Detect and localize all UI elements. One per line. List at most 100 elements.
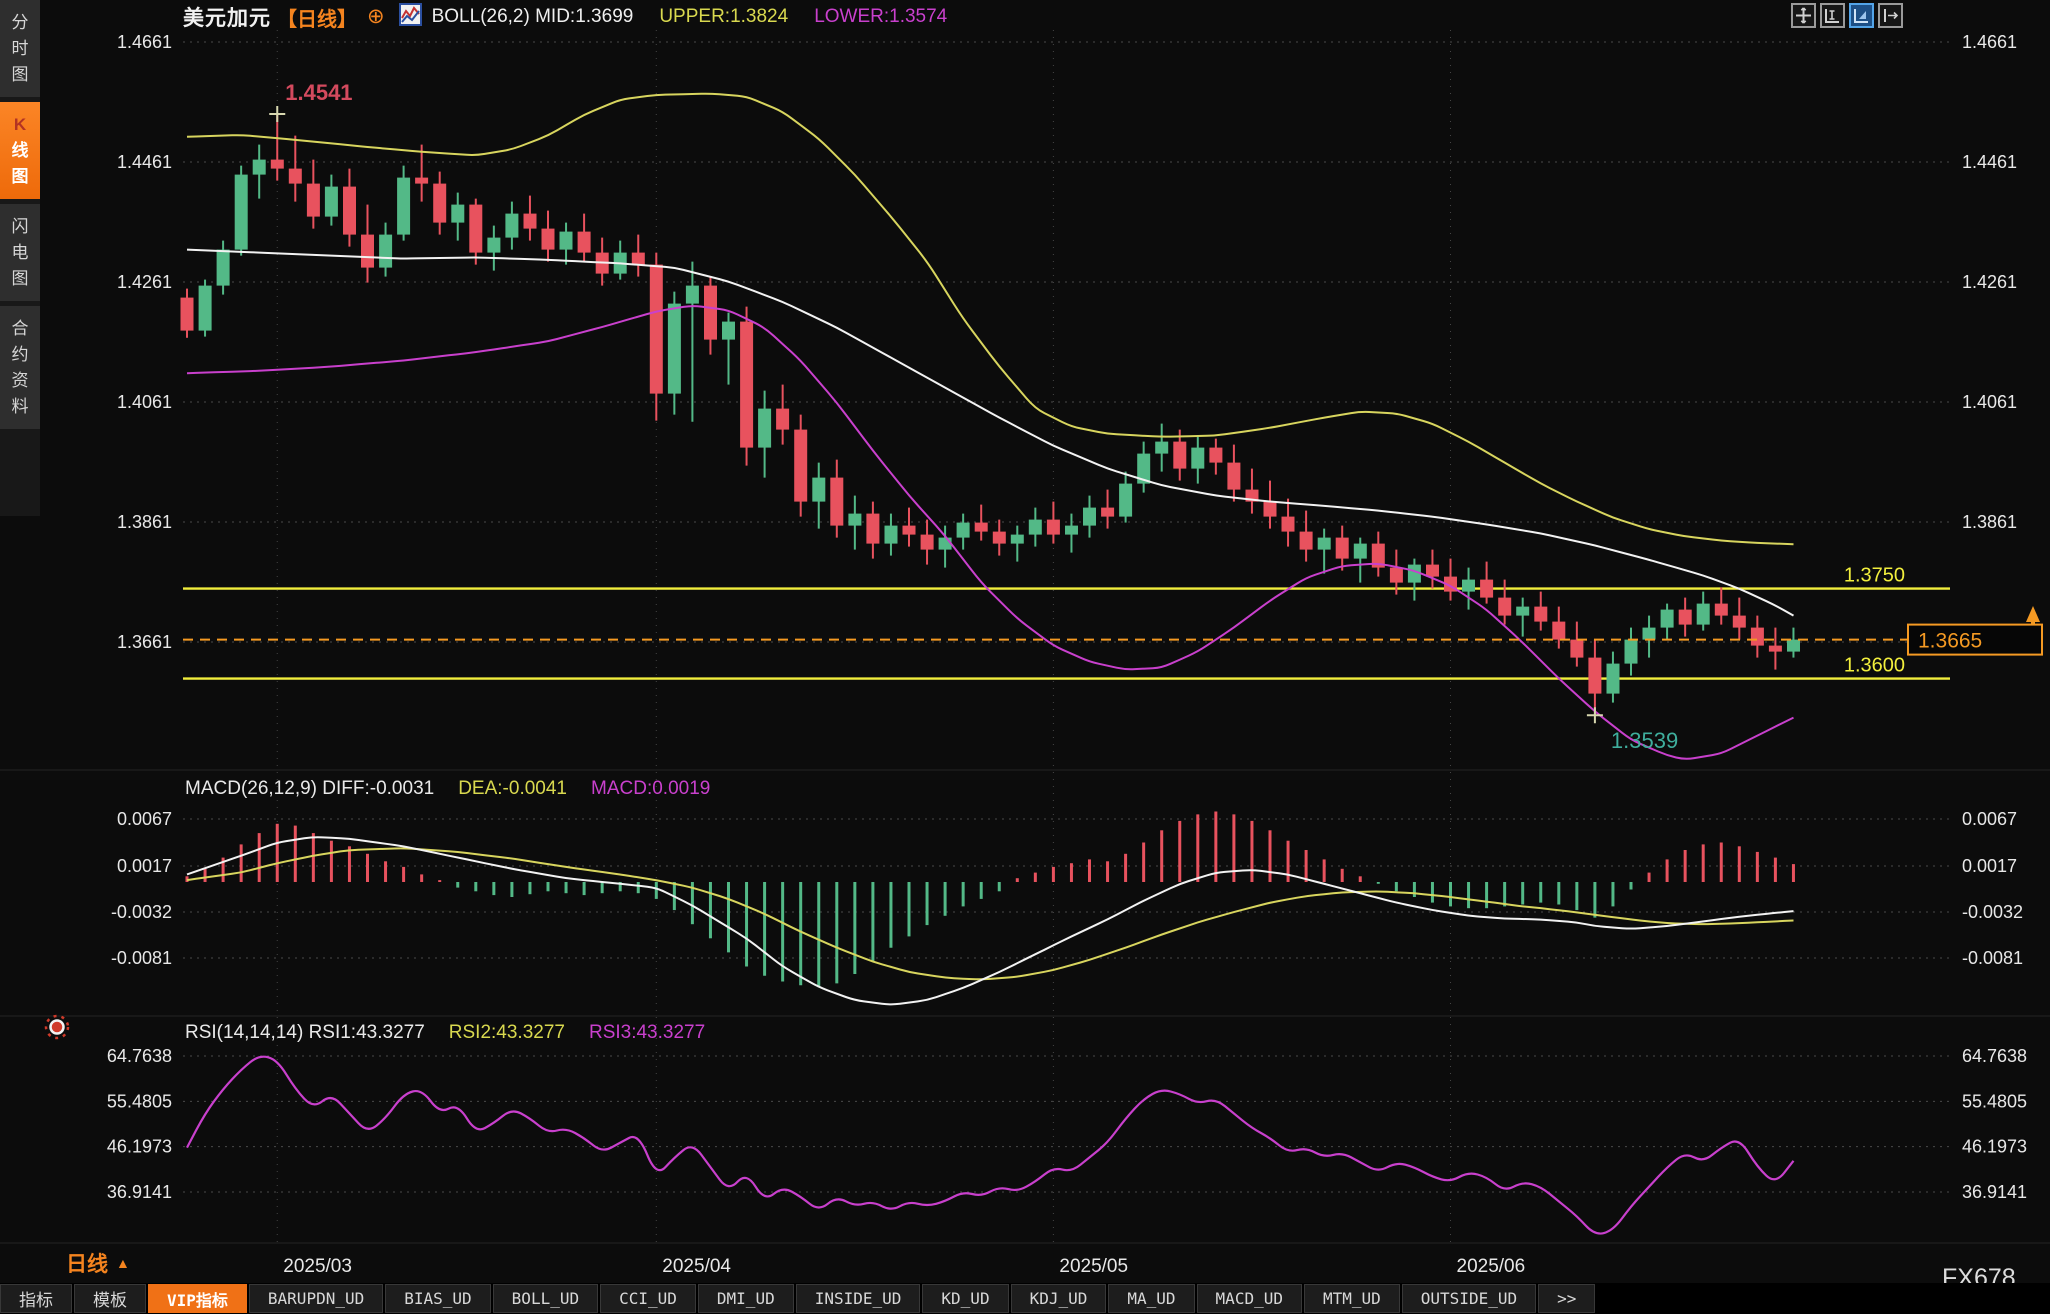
sidebar-item-char: 线 bbox=[12, 141, 29, 160]
move-icon[interactable] bbox=[1791, 3, 1816, 28]
rsi2-label: RSI2:43.3277 bbox=[449, 1022, 565, 1044]
y-axis-label-right: 0.0067 bbox=[1962, 809, 2017, 829]
boll-lower-value: LOWER:1.3574 bbox=[814, 6, 947, 28]
toolbar-tab-mtm_ud[interactable]: MTM_UD bbox=[1304, 1284, 1400, 1313]
sidebar-item-char: 图 bbox=[12, 269, 29, 288]
chart-toolbar-icons bbox=[1791, 3, 1903, 28]
y-axis-label-left: 64.7638 bbox=[107, 1046, 172, 1066]
support-line-label: 1.3600 bbox=[1844, 655, 1905, 677]
y-axis-label-right: 0.0017 bbox=[1962, 856, 2017, 876]
toolbar-tab-inside_ud[interactable]: INSIDE_UD bbox=[796, 1284, 921, 1313]
y-axis-label-right: 1.4661 bbox=[1962, 32, 2017, 52]
y-axis-label-right: 46.1973 bbox=[1962, 1137, 2027, 1157]
sidebar-item-char: 闪 bbox=[12, 217, 29, 236]
y-axis-label-right: 64.7638 bbox=[1962, 1046, 2027, 1066]
macd-value-label: MACD:0.0019 bbox=[591, 778, 710, 800]
sidebar-item-char: 料 bbox=[12, 397, 29, 416]
toolbar-tab->>[interactable]: >> bbox=[1538, 1284, 1595, 1313]
toolbar-tab-barupdn_ud[interactable]: BARUPDN_UD bbox=[249, 1284, 383, 1313]
y-axis-label-left: 1.4661 bbox=[117, 32, 172, 52]
period-selector-label: 日线 bbox=[66, 1248, 108, 1278]
y-axis-label-left: -0.0081 bbox=[111, 948, 172, 968]
indicator-chart-icon[interactable] bbox=[399, 3, 422, 31]
y-axis-label-left: 46.1973 bbox=[107, 1137, 172, 1157]
rsi-label-row: RSI(14,14,14) RSI1:43.3277 RSI2:43.3277 … bbox=[185, 1022, 705, 1044]
macd-label-row: MACD(26,12,9) DIFF:-0.0031 DEA:-0.0041 M… bbox=[185, 778, 710, 800]
support-line-label: 1.3750 bbox=[1844, 565, 1905, 587]
low-annotation: 1.3539 bbox=[1611, 728, 1678, 753]
high-annotation: 1.4541 bbox=[285, 80, 352, 105]
sidebar-item-char: 电 bbox=[12, 243, 29, 262]
boll-middle-band bbox=[187, 250, 1794, 616]
sidebar-item-1[interactable]: K线图 bbox=[0, 102, 40, 199]
symbol-title: 美元加元 bbox=[183, 2, 271, 32]
y-axis-label-left: 1.3861 bbox=[117, 512, 172, 532]
toolbar-tab-boll_ud[interactable]: BOLL_UD bbox=[493, 1284, 598, 1313]
macd-histogram bbox=[187, 812, 1793, 988]
chart-header: 美元加元 【日线】 ⊕ BOLL(26,2) MID:1.3699 UPPER:… bbox=[183, 4, 947, 30]
y-axis-label-left: 0.0067 bbox=[117, 809, 172, 829]
toolbar-tab-macd_ud[interactable]: MACD_UD bbox=[1197, 1284, 1302, 1313]
toolbar-tab-kdj_ud[interactable]: KDJ_UD bbox=[1011, 1284, 1107, 1313]
boll-upper-value: UPPER:1.3824 bbox=[659, 6, 788, 28]
axis-range-icon[interactable] bbox=[1820, 3, 1845, 28]
sidebar-item-char: 合 bbox=[12, 319, 29, 338]
rsi1-label: RSI(14,14,14) RSI1:43.3277 bbox=[185, 1022, 425, 1044]
toolbar-tab-cci_ud[interactable]: CCI_UD bbox=[600, 1284, 696, 1313]
rsi3-label: RSI3:43.3277 bbox=[589, 1022, 705, 1044]
y-axis-label-right: -0.0081 bbox=[1962, 948, 2023, 968]
period-tag: 【日线】 bbox=[277, 3, 357, 32]
price-marker-cross bbox=[269, 106, 285, 122]
y-axis-label-left: -0.0032 bbox=[111, 902, 172, 922]
y-axis-label-left: 1.4061 bbox=[117, 392, 172, 412]
sidebar-item-char: 资 bbox=[12, 371, 29, 390]
y-axis-label-left: 1.4261 bbox=[117, 272, 172, 292]
sidebar-item-char: 图 bbox=[12, 167, 29, 186]
date-axis-label: 2025/05 bbox=[1059, 1256, 1128, 1277]
date-axis-label: 2025/06 bbox=[1457, 1256, 1526, 1277]
sidebar-item-char: 图 bbox=[12, 65, 29, 84]
boll-upper-band bbox=[187, 94, 1794, 544]
y-axis-label-right: 55.4805 bbox=[1962, 1091, 2027, 1111]
sidebar-item-char: 分 bbox=[12, 13, 29, 32]
play-chart-icon[interactable] bbox=[1849, 3, 1874, 28]
candlestick-series[interactable] bbox=[181, 114, 1801, 715]
sidebar-item-char: 时 bbox=[12, 39, 29, 58]
chart-type-sidebar: 分时图K线图闪电图合约资料 bbox=[0, 0, 40, 516]
rsi-line bbox=[187, 1057, 1794, 1234]
toolbar-tab-dmi_ud[interactable]: DMI_UD bbox=[698, 1284, 794, 1313]
y-axis-label-right: 36.9141 bbox=[1962, 1182, 2027, 1202]
y-axis-label-left: 1.4461 bbox=[117, 152, 172, 172]
chart-application: 2025/03 2025/04 2025/05 2025/06 1.4661 1.4661… bbox=[0, 0, 2050, 1314]
sidebar-item-3[interactable]: 合约资料 bbox=[0, 306, 40, 429]
toolbar-tab-ma_ud[interactable]: MA_UD bbox=[1108, 1284, 1194, 1313]
period-selector[interactable]: 日线 ▲ bbox=[66, 1248, 130, 1278]
y-axis-label-left: 36.9141 bbox=[107, 1182, 172, 1202]
sidebar-item-char: 约 bbox=[12, 345, 29, 364]
macd-dea-line bbox=[187, 848, 1794, 979]
marker-target-icon[interactable] bbox=[42, 1012, 72, 1047]
toolbar-tab-[interactable]: 指标 bbox=[0, 1284, 72, 1313]
y-axis-label-right: -0.0032 bbox=[1962, 902, 2023, 922]
macd-diff-label: MACD(26,12,9) DIFF:-0.0031 bbox=[185, 778, 434, 800]
sidebar-item-2[interactable]: 闪电图 bbox=[0, 204, 40, 301]
toolbar-tab-kd_ud[interactable]: KD_UD bbox=[922, 1284, 1008, 1313]
collapse-right-icon[interactable] bbox=[1878, 3, 1903, 28]
toolbar-tab-vip[interactable]: VIP指标 bbox=[148, 1284, 247, 1313]
macd-dea-label: DEA:-0.0041 bbox=[458, 778, 567, 800]
toolbar-tab-bias_ud[interactable]: BIAS_UD bbox=[385, 1284, 490, 1313]
boll-mid-value: BOLL(26,2) MID:1.3699 bbox=[432, 6, 634, 28]
toolbar-tab-outside_ud[interactable]: OUTSIDE_UD bbox=[1402, 1284, 1536, 1313]
add-circle-icon[interactable]: ⊕ bbox=[367, 7, 385, 27]
date-axis-label: 2025/03 bbox=[283, 1256, 352, 1277]
toolbar-tab-[interactable]: 模板 bbox=[74, 1284, 146, 1313]
y-axis-label-right: 1.4261 bbox=[1962, 272, 2017, 292]
sidebar-item-0[interactable]: 分时图 bbox=[0, 0, 40, 97]
y-axis-label-right: 1.4461 bbox=[1962, 152, 2017, 172]
price-marker-cross bbox=[1587, 707, 1603, 723]
date-axis-label: 2025/04 bbox=[662, 1256, 731, 1277]
candlestick-chart-canvas[interactable]: 2025/03 2025/04 2025/05 2025/06 1.4661 1.4661… bbox=[0, 0, 2050, 1314]
triangle-up-icon: ▲ bbox=[116, 1255, 130, 1271]
y-axis-label-right: 1.4061 bbox=[1962, 392, 2017, 412]
y-axis-label-left: 0.0017 bbox=[117, 856, 172, 876]
